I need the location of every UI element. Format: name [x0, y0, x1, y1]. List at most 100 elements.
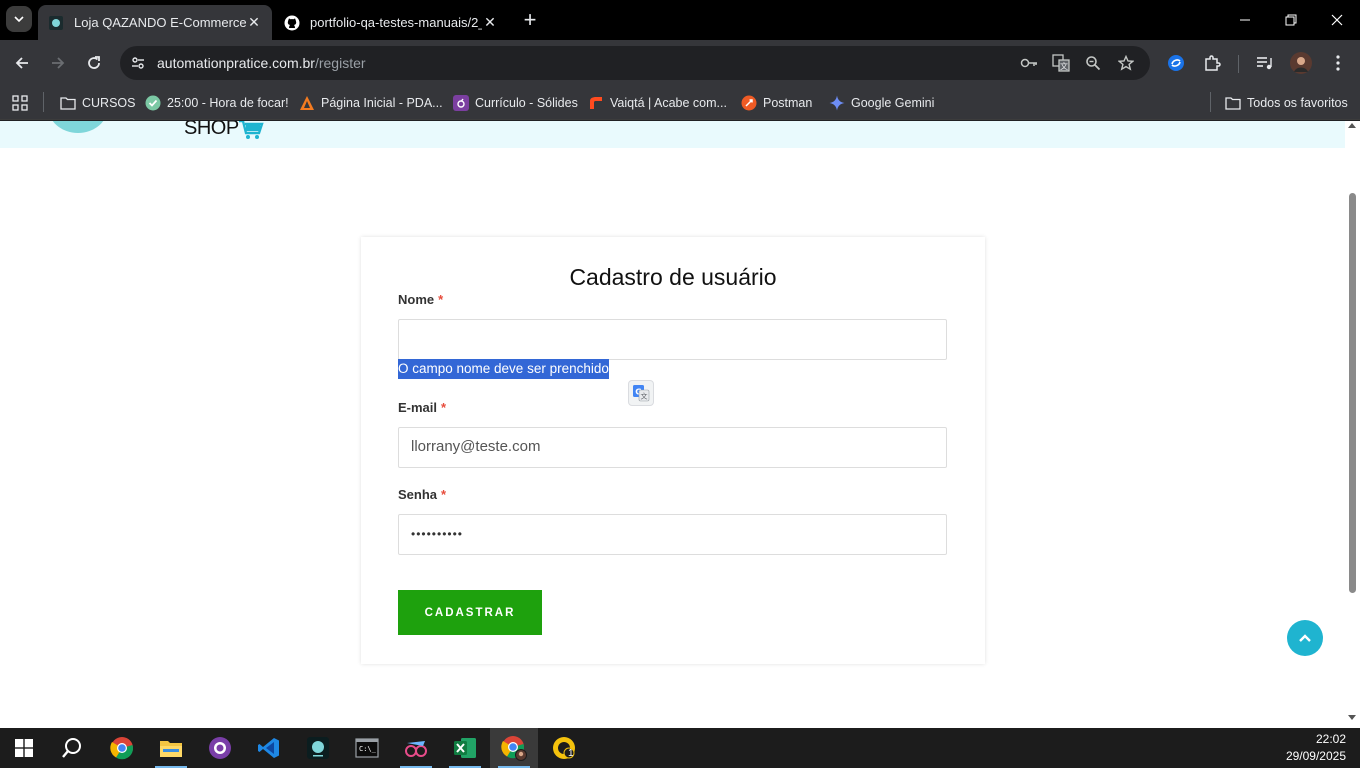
restore-icon [1285, 14, 1297, 26]
taskbar-qazando-app[interactable] [294, 728, 342, 768]
snipping-tool-icon [405, 741, 427, 757]
arrow-left-icon [15, 57, 28, 69]
tab-portfolio-github[interactable]: portfolio-qa-testes-manuais/2_ ✕ [274, 5, 508, 40]
tab-loja-qazando[interactable]: Loja QAZANDO E-Commerce ✕ [38, 5, 272, 40]
restore-button[interactable] [1268, 0, 1314, 40]
chrome-menu-icon[interactable] [1326, 51, 1350, 75]
zoom-icon[interactable] [1083, 53, 1103, 73]
bookmark-label: Todos os favoritos [1247, 96, 1348, 110]
apps-grid-button[interactable] [12, 92, 28, 114]
bookmark-solides[interactable]: Currículo - Sólides [453, 92, 578, 114]
github-desktop-icon [209, 737, 231, 759]
clock-time: 22:02 [1315, 732, 1346, 746]
password-label: Senha * [398, 487, 446, 502]
bookmark-gemini[interactable]: Google Gemini [829, 92, 934, 114]
close-window-button[interactable] [1314, 0, 1360, 40]
svg-text:C:\_: C:\_ [359, 745, 377, 753]
address-bar[interactable]: automationpratice.com.br/register 文 [120, 46, 1150, 80]
chevron-down-icon [14, 16, 24, 23]
google-translate-icon: G文 [633, 385, 650, 402]
form-title: Cadastro de usuário [569, 264, 777, 290]
site-header: SHOP [0, 121, 1345, 148]
search-icon [62, 738, 81, 758]
new-tab-button[interactable]: + [518, 7, 542, 32]
bookmarks-divider [1210, 92, 1211, 112]
reload-icon [88, 56, 100, 69]
notification-count-badge: 1 [568, 748, 574, 759]
windows-logo-icon [15, 739, 33, 757]
bookmark-pomodoro[interactable]: 25:00 - Hora de focar! [145, 92, 289, 114]
taskbar-file-explorer[interactable] [147, 728, 195, 768]
taskbar-chrome-profile[interactable] [490, 728, 538, 768]
qazando-icon [307, 737, 329, 759]
back-button[interactable] [8, 49, 36, 77]
taskbar-snipping-tool[interactable] [392, 728, 440, 768]
scroll-up-arrow-icon[interactable] [1348, 123, 1356, 128]
email-label-text: E-mail [398, 400, 438, 415]
url-path: /register [314, 55, 366, 71]
register-submit-button[interactable]: CADASTRAR [398, 590, 542, 635]
close-icon [1331, 14, 1343, 26]
reload-button[interactable] [80, 49, 108, 77]
bookmark-label: Currículo - Sólides [475, 96, 578, 110]
taskbar-terminal[interactable]: C:\_ [343, 728, 391, 768]
name-input[interactable] [398, 319, 947, 360]
forward-button[interactable] [44, 49, 72, 77]
system-clock[interactable]: 22:02 29/09/2025 [1286, 731, 1346, 765]
qazando-favicon-icon [48, 15, 64, 31]
postman-icon [741, 95, 757, 111]
minimize-button[interactable] [1222, 0, 1268, 40]
solides-icon [453, 95, 469, 111]
github-icon [284, 15, 300, 31]
media-controls-icon[interactable] [1253, 51, 1277, 75]
bookmark-vaiqta[interactable]: Vaiqtá | Acabe com... [588, 92, 727, 114]
taskbar-excel[interactable] [441, 728, 489, 768]
shopping-cart-icon [239, 121, 264, 139]
extension-blue-icon[interactable] [1164, 51, 1188, 75]
bookmark-star-icon[interactable] [1116, 53, 1136, 73]
required-marker: * [438, 292, 444, 307]
start-button[interactable] [0, 728, 48, 768]
windows-taskbar: C:\_ 1 22:02 29/09/2025 [0, 728, 1360, 768]
terminal-icon: C:\_ [355, 738, 379, 758]
extensions-puzzle-icon[interactable] [1200, 51, 1224, 75]
bookmarks-divider [43, 92, 44, 112]
bookmark-label: Google Gemini [851, 96, 935, 110]
password-key-icon[interactable] [1019, 53, 1039, 73]
scroll-down-arrow-icon[interactable] [1348, 715, 1356, 720]
bookmark-pda[interactable]: Página Inicial - PDA... [299, 92, 443, 114]
taskbar-github-desktop[interactable] [196, 728, 244, 768]
scroll-to-top-button[interactable] [1287, 620, 1323, 656]
taskbar-notification-app[interactable]: 1 [540, 728, 588, 768]
vscode-icon [258, 738, 279, 758]
scrollbar-thumb[interactable] [1349, 193, 1356, 593]
profile-avatar[interactable] [1289, 51, 1313, 75]
taskbar-chrome[interactable] [98, 728, 146, 768]
site-info-icon[interactable] [128, 53, 148, 73]
bookmark-cursos[interactable]: CURSOS [60, 92, 135, 114]
taskbar-search[interactable] [48, 728, 96, 768]
site-logo-text[interactable]: SHOP [184, 121, 239, 140]
password-input[interactable]: •••••••••• [398, 514, 947, 555]
tab-title: portfolio-qa-testes-manuais/2_ [310, 15, 482, 30]
name-label: Nome * [398, 292, 443, 307]
gemini-icon [829, 95, 845, 111]
all-bookmarks-folder[interactable]: Todos os favoritos [1225, 92, 1348, 114]
site-logo-mark[interactable] [48, 121, 108, 133]
page-scrollbar[interactable] [1345, 121, 1360, 728]
required-marker: * [441, 400, 447, 415]
translate-icon[interactable]: 文 [1051, 53, 1071, 73]
translate-selection-button[interactable]: G文 [628, 380, 654, 406]
chrome-icon [110, 737, 134, 760]
bookmark-postman[interactable]: Postman [741, 92, 812, 114]
tab-search-button[interactable] [6, 6, 32, 32]
taskbar-vscode[interactable] [245, 728, 293, 768]
clock-date: 29/09/2025 [1285, 749, 1346, 763]
name-error-message: O campo nome deve ser prenchido [398, 359, 609, 379]
arrow-right-icon [52, 57, 65, 69]
register-form-card: Cadastro de usuário Nome * O campo nome d… [361, 237, 985, 664]
email-input[interactable]: llorrany@teste.com [398, 427, 947, 468]
required-marker: * [441, 487, 447, 502]
close-tab-icon[interactable]: ✕ [246, 14, 262, 31]
close-tab-icon[interactable]: ✕ [482, 14, 498, 31]
